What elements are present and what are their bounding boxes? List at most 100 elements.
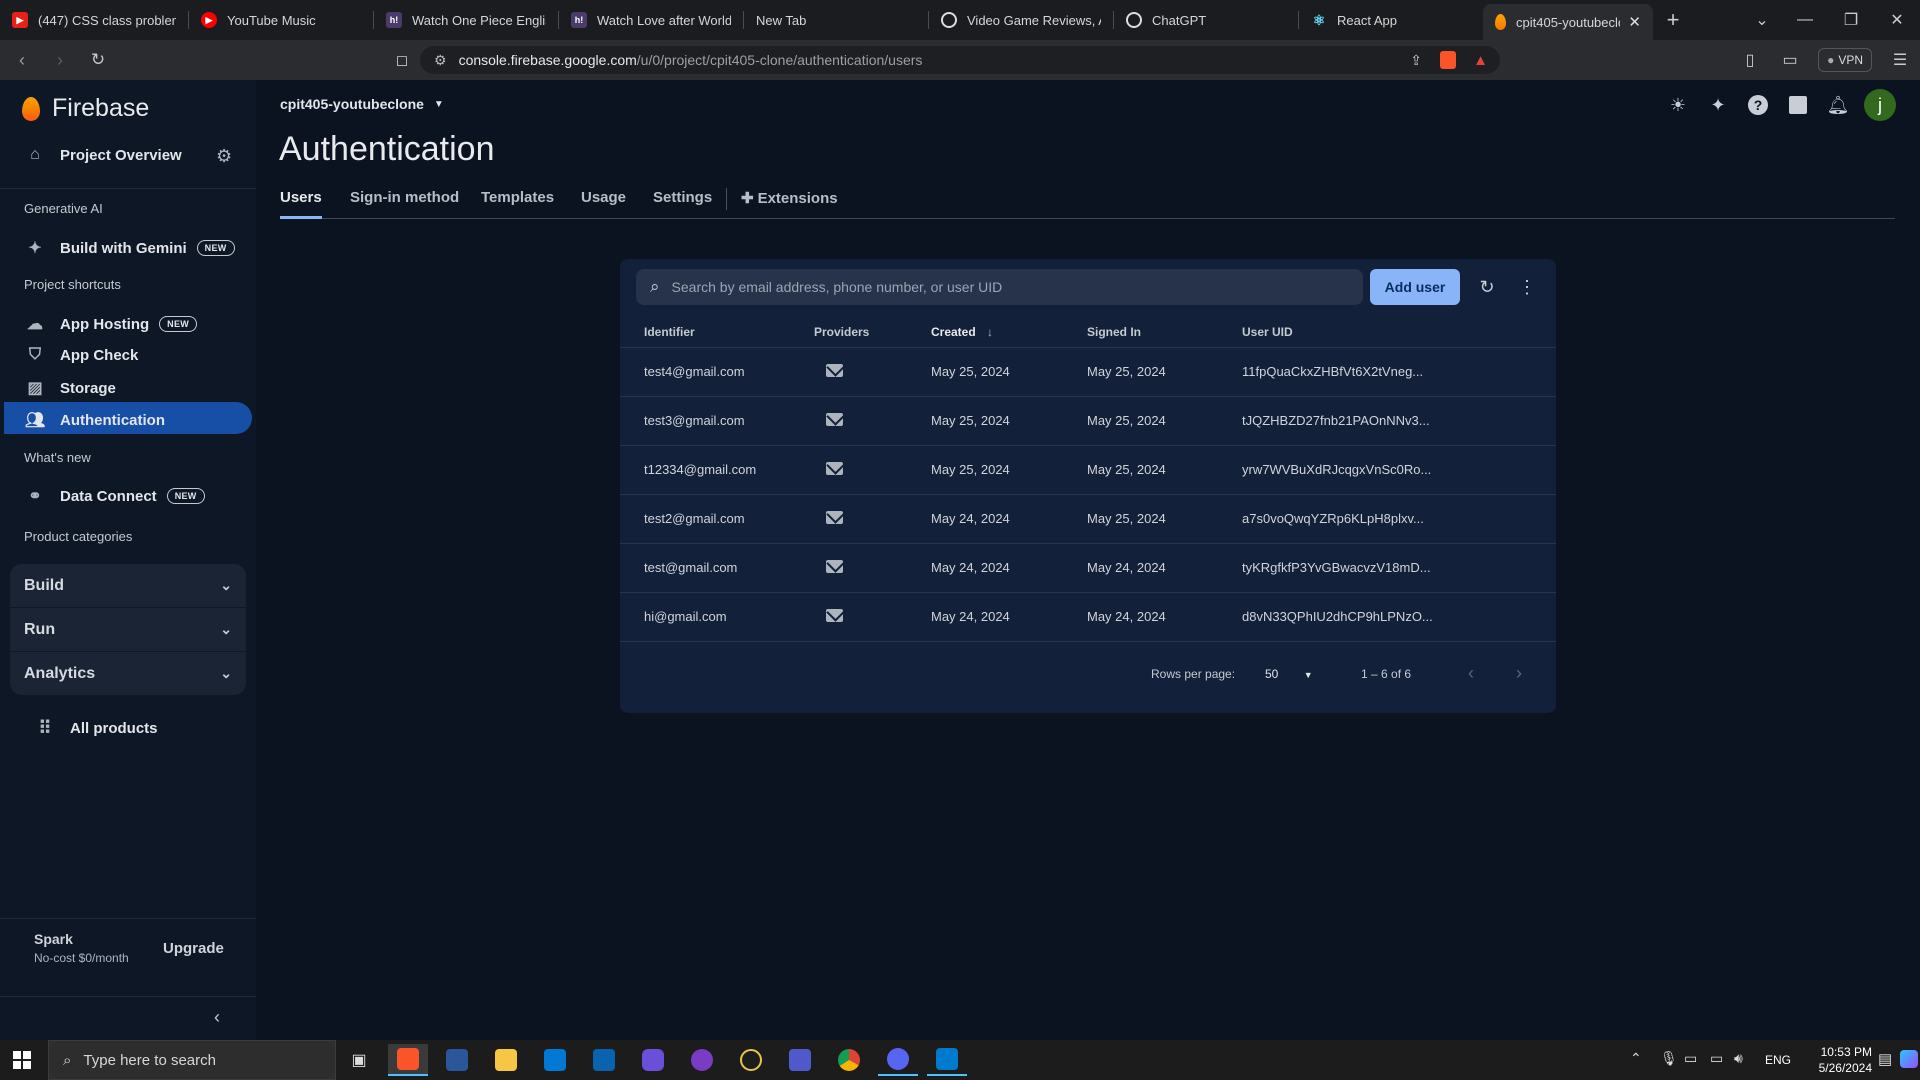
sidebar-item-app-hosting[interactable]: ☁ App Hosting NEW	[24, 314, 198, 334]
chrome-icon[interactable]	[829, 1044, 869, 1076]
sidebar-toggle-icon[interactable]: ▯	[1730, 40, 1770, 80]
volume-icon[interactable]: 🔊︎	[1734, 1050, 1743, 1067]
brave-taskbar-icon[interactable]	[388, 1044, 428, 1076]
site-info-icon[interactable]: ⚙	[434, 52, 447, 69]
brave-rewards-icon[interactable]: ▲	[1473, 52, 1488, 69]
category-analytics[interactable]: Analytics ⌄	[10, 652, 246, 695]
sidebar-item-app-check[interactable]: ⛉ App Check	[24, 346, 138, 364]
next-page-icon[interactable]: ›	[1516, 663, 1522, 684]
browser-tab[interactable]: ▶ (447) CSS class problem in	[0, 0, 188, 40]
notification-center-icon[interactable]: ▤	[1878, 1050, 1892, 1068]
windows-start-icon[interactable]	[2, 1044, 42, 1076]
table-row[interactable]: test@gmail.com May 24, 2024 May 24, 2024…	[620, 543, 1556, 593]
browser-tab[interactable]: ⚛ React App	[1299, 0, 1483, 40]
url-host: console.firebase.google.com	[458, 52, 637, 68]
notifications-bell-icon[interactable]: 🔔︎	[1818, 89, 1858, 121]
table-row[interactable]: test3@gmail.com May 25, 2024 May 25, 202…	[620, 396, 1556, 446]
add-user-button[interactable]: Add user	[1370, 269, 1460, 305]
menu-icon[interactable]: ☰	[1880, 40, 1920, 80]
store-icon[interactable]	[535, 1044, 575, 1076]
new-tab-button[interactable]: +	[1653, 0, 1693, 40]
column-created[interactable]: Created ↓	[931, 317, 1087, 348]
category-run[interactable]: Run ⌄	[10, 608, 246, 651]
settings-gear-icon[interactable]: ⚙	[216, 146, 232, 167]
tray-chevron-up-icon[interactable]: ⌃	[1630, 1050, 1642, 1067]
avatar[interactable]: j	[1864, 89, 1896, 121]
taskbar-search[interactable]: ⌕ Type here to search	[48, 1040, 336, 1080]
forward-icon[interactable]: ›	[44, 44, 76, 76]
microphone-icon[interactable]: 🎙︎	[1660, 1050, 1678, 1067]
table-row[interactable]: test4@gmail.com May 25, 2024 May 25, 202…	[620, 347, 1556, 397]
reload-icon[interactable]: ↻	[82, 44, 114, 76]
file-explorer-icon[interactable]	[486, 1044, 526, 1076]
tab-settings[interactable]: Settings	[653, 189, 712, 219]
brave-shields-icon[interactable]	[1440, 51, 1456, 69]
copilot-icon[interactable]	[1900, 1050, 1918, 1068]
tab-usage[interactable]: Usage	[581, 189, 626, 219]
share-icon[interactable]: ⇪	[1410, 52, 1422, 69]
browser-tab[interactable]: h! Watch One Piece English S	[374, 0, 558, 40]
tab-sign-in-method[interactable]: Sign-in method	[350, 189, 459, 219]
close-tab-icon[interactable]: ✕	[1628, 13, 1641, 31]
clock[interactable]: 10:53 PM 5/26/2024	[1800, 1044, 1872, 1076]
window-close-icon[interactable]: ✕	[1874, 0, 1920, 40]
browser-tab[interactable]: Video Game Reviews, Arti	[929, 0, 1113, 40]
browser-tab-active[interactable]: cpit405-youtubeclone ✕	[1483, 4, 1653, 40]
word-icon[interactable]	[437, 1044, 477, 1076]
app-icon[interactable]	[731, 1044, 771, 1076]
vpn-button[interactable]: ● VPN	[1818, 48, 1872, 72]
refresh-icon[interactable]: ↻	[1472, 272, 1502, 302]
upgrade-button[interactable]: Upgrade	[163, 940, 224, 957]
url-bar[interactable]: ⚙ console.firebase.google.com/u/0/projec…	[420, 46, 1500, 74]
all-products-link[interactable]: ⠿ All products	[34, 718, 157, 739]
browser-tab[interactable]: h! Watch Love after World D	[559, 0, 743, 40]
restore-icon[interactable]: ❐	[1828, 0, 1874, 40]
browser-tab[interactable]: ChatGPT	[1114, 0, 1298, 40]
minimize-icon[interactable]: —	[1782, 0, 1828, 40]
mail-icon[interactable]	[584, 1044, 624, 1076]
prev-page-icon[interactable]: ‹	[1468, 663, 1474, 684]
search-box[interactable]: ⌕	[636, 269, 1363, 305]
sidebar-item-authentication-content[interactable]: 👥︎ Authentication	[24, 410, 165, 430]
table-row[interactable]: test2@gmail.com May 24, 2024 May 25, 202…	[620, 494, 1556, 544]
tab-templates[interactable]: Templates	[481, 189, 554, 219]
sidebar-item-data-connect[interactable]: ⚭ Data Connect NEW	[24, 486, 205, 506]
back-icon[interactable]: ‹	[6, 44, 38, 76]
tab-extensions[interactable]: ✚ Extensions	[741, 189, 838, 219]
sidebar-item-storage[interactable]: ▨ Storage	[24, 378, 115, 398]
media-player-icon[interactable]	[633, 1044, 673, 1076]
browser-tab[interactable]: New Tab	[744, 0, 928, 40]
language-indicator[interactable]: ENG	[1765, 1053, 1791, 1067]
project-overview-link[interactable]: ⌂ Project Overview	[24, 146, 182, 164]
discord-icon[interactable]	[878, 1044, 918, 1076]
battery-icon[interactable]: ▭	[1684, 1050, 1697, 1067]
more-vert-icon[interactable]: ⋮	[1512, 272, 1542, 302]
teams-icon[interactable]	[780, 1044, 820, 1076]
project-picker[interactable]: cpit405-youtubeclone ▼	[280, 96, 444, 112]
browser-tab[interactable]: ▶ YouTube Music	[189, 0, 373, 40]
table-row[interactable]: hi@gmail.com May 24, 2024 May 24, 2024 d…	[620, 592, 1556, 642]
help-icon[interactable]: ?	[1738, 89, 1778, 121]
sidebar-item-build-with-gemini[interactable]: ✦ Build with Gemini NEW	[24, 238, 235, 258]
column-signed-in[interactable]: Signed In	[1087, 317, 1242, 348]
vscode-icon[interactable]	[927, 1044, 967, 1076]
new-badge: NEW	[196, 240, 235, 256]
gemini-sparkle-icon[interactable]: ✦	[1698, 89, 1738, 121]
column-identifier[interactable]: Identifier	[620, 317, 814, 348]
tab-search-chevron-icon[interactable]: ⌄	[1742, 0, 1782, 40]
search-input[interactable]	[671, 279, 1332, 295]
firebase-logo[interactable]: Firebase	[22, 94, 149, 123]
wallet-icon[interactable]: ▭	[1770, 40, 1810, 80]
bookmark-icon[interactable]: ◻	[386, 44, 418, 76]
network-icon[interactable]: ▭	[1710, 1050, 1723, 1067]
release-notes-icon[interactable]	[1778, 89, 1818, 121]
table-row[interactable]: t12334@gmail.com May 25, 2024 May 25, 20…	[620, 445, 1556, 495]
app-icon[interactable]	[682, 1044, 722, 1076]
theme-sun-icon[interactable]: ☀	[1658, 89, 1698, 121]
column-user-uid[interactable]: User UID	[1242, 317, 1556, 348]
rows-per-page-select[interactable]: 50 ▼	[1265, 667, 1313, 681]
tab-users[interactable]: Users	[280, 189, 322, 219]
task-view-icon[interactable]: ▣	[339, 1044, 379, 1076]
collapse-sidebar-icon[interactable]: ‹	[214, 1007, 220, 1028]
category-build[interactable]: Build ⌄	[10, 564, 246, 607]
